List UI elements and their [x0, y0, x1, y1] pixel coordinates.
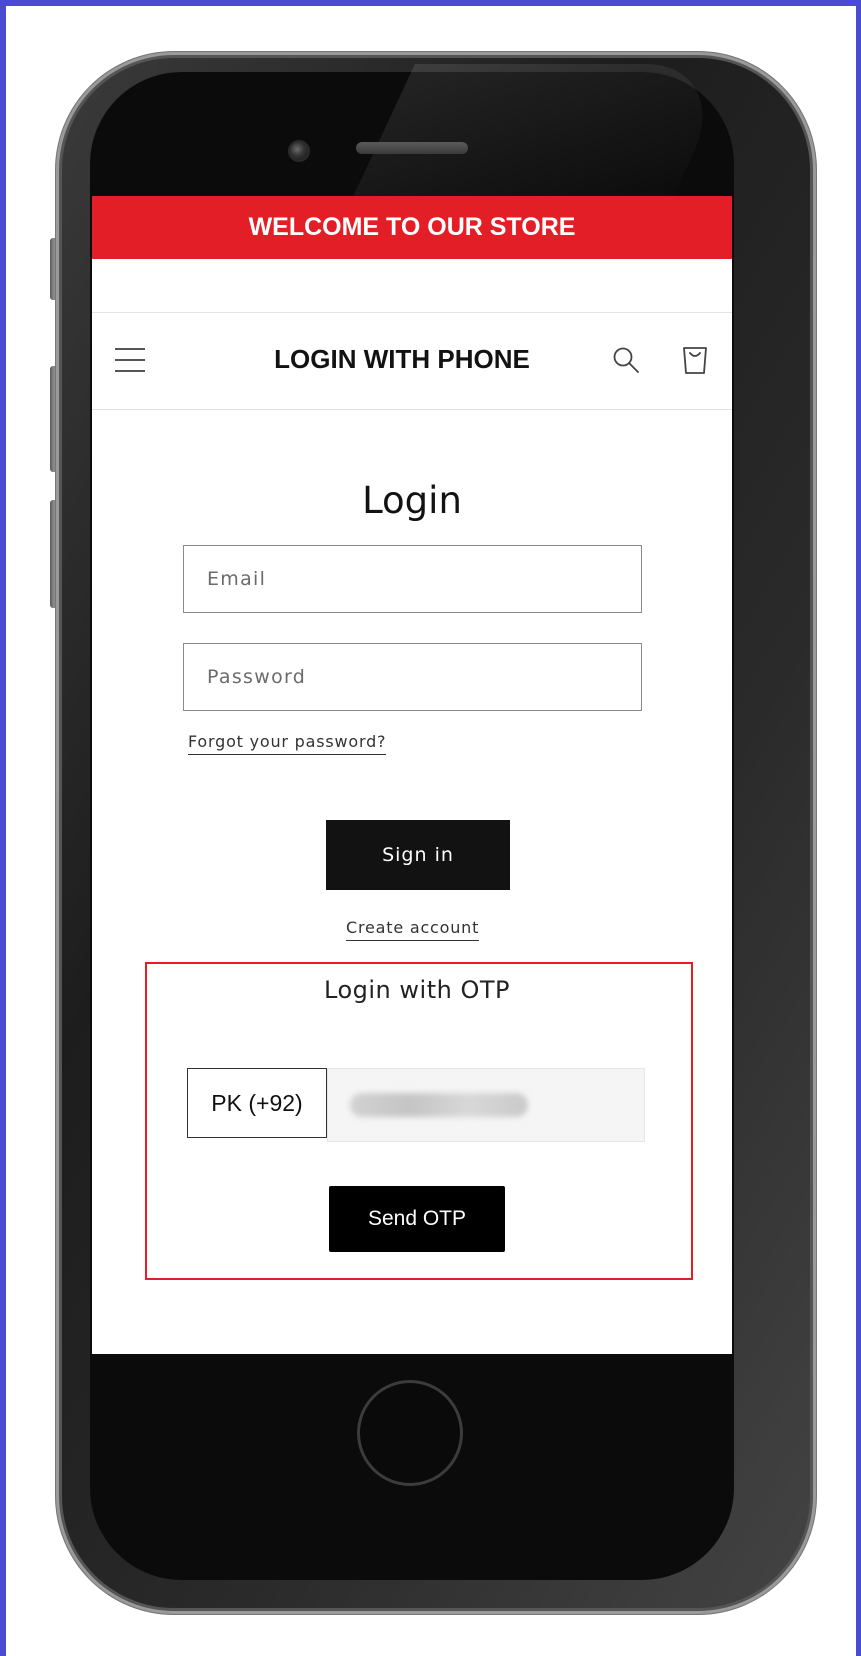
- header-top-divider: [92, 312, 732, 313]
- search-icon[interactable]: [612, 346, 640, 374]
- announcement-banner: WELCOME TO OUR STORE: [92, 196, 732, 259]
- cart-icon[interactable]: [679, 344, 711, 376]
- sign-in-label: Sign in: [382, 844, 454, 866]
- send-otp-label: Send OTP: [367, 1207, 467, 1230]
- front-camera: [288, 140, 310, 162]
- country-code-selector[interactable]: PK (+92): [187, 1068, 327, 1138]
- phone-number-input[interactable]: [327, 1068, 645, 1142]
- email-field[interactable]: [183, 545, 642, 613]
- password-field[interactable]: [183, 643, 642, 711]
- store-title[interactable]: LOGIN WITH PHONE: [212, 344, 592, 375]
- create-account-link[interactable]: Create account: [346, 918, 480, 941]
- forgot-password-link[interactable]: Forgot your password?: [188, 732, 387, 755]
- send-otp-button[interactable]: Send OTP: [329, 1186, 505, 1252]
- sign-in-button[interactable]: Sign in: [326, 820, 510, 890]
- otp-heading: Login with OTP: [324, 976, 510, 1004]
- hamburger-menu-icon[interactable]: [115, 348, 145, 372]
- earpiece-speaker: [356, 142, 468, 154]
- email-input[interactable]: [184, 546, 641, 612]
- password-input[interactable]: [184, 644, 641, 710]
- blurred-phone-number: [350, 1093, 528, 1117]
- phone-screen: WELCOME TO OUR STORE LOGIN WITH PHONE Lo…: [92, 196, 732, 1354]
- header-bottom-divider: [92, 409, 732, 410]
- home-button[interactable]: [357, 1380, 463, 1486]
- login-heading: Login: [362, 478, 462, 522]
- banner-text: WELCOME TO OUR STORE: [248, 213, 576, 241]
- country-code-label: PK (+92): [211, 1089, 303, 1116]
